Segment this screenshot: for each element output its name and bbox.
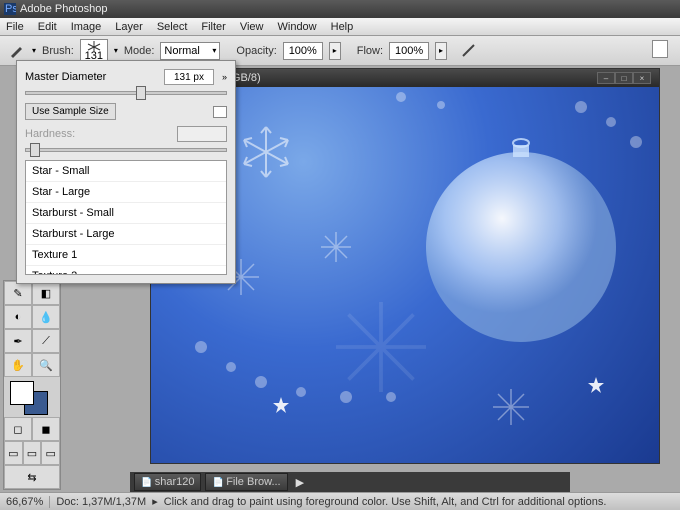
hand-icon[interactable]: ✋ <box>4 353 32 377</box>
chevron-right-icon[interactable]: ▸ <box>152 495 158 508</box>
flow-field[interactable]: 100% <box>389 42 429 60</box>
master-diameter-label: Master Diameter <box>25 71 106 83</box>
opacity-label: Opacity: <box>236 45 276 57</box>
status-bar: 66,67% Doc: 1,37M/1,37M ▸ Click and drag… <box>0 492 680 510</box>
color-swatches[interactable] <box>4 377 60 417</box>
diameter-slider[interactable] <box>25 91 227 95</box>
quickmask-icon[interactable]: ◻ <box>4 417 32 441</box>
menu-file[interactable]: File <box>6 21 24 33</box>
menu-view[interactable]: View <box>240 21 264 33</box>
screenmode2-icon[interactable]: ▭ <box>23 441 42 465</box>
flow-label: Flow: <box>357 45 383 57</box>
flyout-icon[interactable]: » <box>222 72 227 82</box>
brush-tool-icon[interactable] <box>8 42 26 60</box>
menubar: File Edit Image Layer Select Filter View… <box>0 18 680 36</box>
palette-well-icon[interactable] <box>652 40 668 58</box>
eraser-icon[interactable]: ◧ <box>32 281 60 305</box>
path-icon[interactable]: ✒ <box>4 329 32 353</box>
zoom-level[interactable]: 66,67% <box>6 496 43 508</box>
mode-dropdown[interactable]: Normal <box>160 42 220 60</box>
menu-window[interactable]: Window <box>278 21 317 33</box>
jump-icon[interactable]: ⇆ <box>4 465 60 489</box>
use-sample-size-button[interactable]: Use Sample Size <box>25 103 116 120</box>
doc-size[interactable]: Doc: 1,37M/1,37M <box>56 496 146 508</box>
brush-preset-list[interactable]: Star - Small Star - Large Starburst - Sm… <box>25 160 227 275</box>
list-item[interactable]: Star - Large <box>26 182 226 203</box>
flow-arrow[interactable]: ▸ <box>435 42 447 60</box>
new-preset-icon[interactable] <box>213 106 227 118</box>
list-item[interactable]: Star - Small <box>26 161 226 182</box>
app-icon: Ps <box>4 3 16 15</box>
status-hint: Click and drag to paint using foreground… <box>164 496 607 508</box>
maximize-icon[interactable]: □ <box>615 72 633 84</box>
screenmode3-icon[interactable]: ▭ <box>41 441 60 465</box>
menu-edit[interactable]: Edit <box>38 21 57 33</box>
menu-layer[interactable]: Layer <box>115 21 143 33</box>
brush-preview[interactable]: 131 <box>80 39 108 63</box>
mode-label: Mode: <box>124 45 155 57</box>
chevron-down-icon[interactable]: ▾ <box>32 46 36 55</box>
opacity-arrow[interactable]: ▸ <box>329 42 341 60</box>
titlebar: Ps Adobe Photoshop <box>0 0 680 18</box>
app-title: Adobe Photoshop <box>20 3 107 15</box>
gradient-icon[interactable]: ◐ <box>4 305 32 329</box>
list-item[interactable]: Starburst - Large <box>26 224 226 245</box>
quickmask-on-icon[interactable]: ◼ <box>32 417 60 441</box>
chevron-down-icon[interactable]: ▾ <box>114 46 118 55</box>
screenmode-icon[interactable]: ▭ <box>4 441 23 465</box>
airbrush-icon[interactable] <box>459 42 477 60</box>
menu-select[interactable]: Select <box>157 21 188 33</box>
toolbox: ✎◧ ◐💧 ✒⟋ ✋🔍 ◻◼ ▭▭▭ ⇆ <box>3 280 61 490</box>
menu-help[interactable]: Help <box>331 21 354 33</box>
brush-preset-picker: Master Diameter » Use Sample Size Hardne… <box>16 60 236 284</box>
foreground-color[interactable] <box>10 381 34 405</box>
zoom-icon[interactable]: 🔍 <box>32 353 60 377</box>
hardness-slider[interactable] <box>25 148 227 152</box>
history-brush-icon[interactable]: ✎ <box>4 281 32 305</box>
opacity-field[interactable]: 100% <box>283 42 323 60</box>
svg-text:Ps: Ps <box>5 3 16 15</box>
close-icon[interactable]: × <box>633 72 651 84</box>
list-item[interactable]: Texture 1 <box>26 245 226 266</box>
blur-icon[interactable]: 💧 <box>32 305 60 329</box>
task-strip: 📄 shar120 📄 File Brow... ▶ <box>130 472 570 492</box>
list-item[interactable]: Texture 2 <box>26 266 226 275</box>
play-icon[interactable]: ▶ <box>296 476 304 489</box>
hardness-label: Hardness: <box>25 128 75 140</box>
master-diameter-field[interactable] <box>164 69 214 85</box>
brush-label: Brush: <box>42 45 74 57</box>
eyedropper-icon[interactable]: ⟋ <box>32 329 60 353</box>
menu-image[interactable]: Image <box>71 21 102 33</box>
menu-filter[interactable]: Filter <box>201 21 225 33</box>
task-tab[interactable]: 📄 shar120 <box>134 473 201 491</box>
minimize-icon[interactable]: – <box>597 72 615 84</box>
task-tab[interactable]: 📄 File Brow... <box>205 473 287 491</box>
list-item[interactable]: Starburst - Small <box>26 203 226 224</box>
hardness-field <box>177 126 227 142</box>
